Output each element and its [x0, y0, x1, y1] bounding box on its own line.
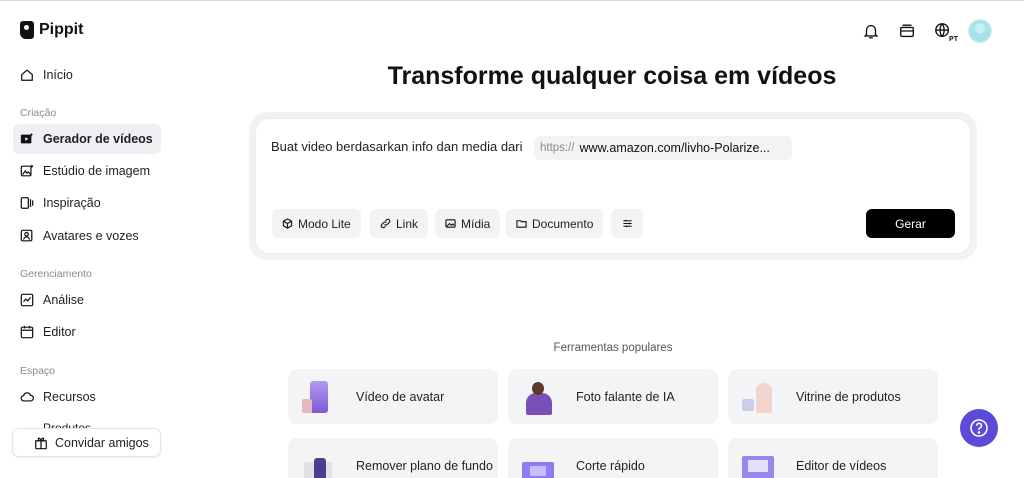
generate-button[interactable]: Gerar	[866, 209, 955, 238]
prompt-text[interactable]: Buat video berdasarkan info dan media da…	[271, 139, 523, 154]
link-icon	[380, 218, 391, 229]
chip-label: Mídia	[461, 216, 491, 231]
section-label-espaco: Espaço	[20, 365, 56, 377]
modo-lite-button[interactable]: Modo Lite	[272, 209, 361, 238]
section-label-gerenciamento: Gerenciamento	[20, 268, 92, 280]
calendar-icon	[20, 325, 34, 339]
sliders-icon	[622, 219, 632, 228]
sidebar-item-estudio-de-imagem[interactable]: Estúdio de imagem	[13, 156, 161, 186]
chip-label: Link	[396, 216, 419, 231]
user-avatar[interactable]	[968, 19, 992, 43]
brand-logo[interactable]: Pippit	[20, 21, 83, 39]
help-button[interactable]	[960, 409, 998, 447]
media-button[interactable]: Mídia	[435, 209, 501, 238]
language-code: PT	[949, 36, 958, 43]
tool-label: Corte rápido	[576, 458, 645, 473]
image-icon	[445, 219, 456, 228]
bell-icon	[863, 24, 879, 39]
tool-label: Editor de vídeos	[796, 458, 887, 473]
sidebar-item-inspiracao[interactable]: Inspiração	[13, 188, 161, 218]
tool-label: Remover plano de fundo	[356, 458, 493, 473]
document-button[interactable]: Documento	[506, 209, 604, 238]
popular-tools-heading: Ferramentas populares	[553, 342, 673, 354]
tool-card-quick-cut[interactable]: Corte rápido	[508, 438, 718, 478]
chip-label: Modo Lite	[298, 216, 351, 231]
cube-icon	[282, 218, 293, 229]
sidebar-item-analise[interactable]: Análise	[13, 285, 161, 315]
topbar-actions: PT	[860, 19, 992, 43]
sidebar-item-gerador-de-videos[interactable]: Gerador de vídeos	[13, 124, 161, 154]
settings-button[interactable]	[611, 209, 643, 238]
chip-label: Documento	[532, 216, 594, 231]
tool-card-avatar-video[interactable]: Vídeo de avatar	[288, 369, 498, 424]
quick-cut-thumbnail	[520, 448, 556, 478]
analytics-icon	[20, 293, 34, 307]
sidebar-item-label: Inspiração	[43, 196, 101, 210]
question-mark-icon	[970, 419, 988, 437]
product-showcase-thumbnail	[740, 379, 776, 415]
sidebar-item-label: Recursos	[43, 390, 96, 404]
billing-button[interactable]	[896, 20, 918, 42]
video-generator-icon	[20, 132, 34, 146]
sidebar-item-label: Análise	[43, 293, 84, 307]
language-button[interactable]: PT	[932, 20, 958, 43]
tool-card-ai-talking-photo[interactable]: Foto falante de IA	[508, 369, 718, 424]
url-protocol: https://	[540, 142, 575, 154]
tool-card-remove-background[interactable]: Remover plano de fundo	[288, 438, 498, 478]
wallet-icon	[900, 24, 914, 38]
link-button[interactable]: Link	[370, 209, 429, 238]
notifications-button[interactable]	[860, 20, 882, 42]
url-input-chip[interactable]: https:// www.amazon.com/livho-Polarize..…	[534, 136, 792, 160]
folder-icon	[516, 220, 527, 228]
page-title: Transforme qualquer coisa em vídeos	[387, 62, 837, 90]
inspiration-icon	[20, 196, 34, 210]
invite-friends-label: Convidar amigos	[55, 435, 149, 450]
invite-friends-button[interactable]: Convidar amigos	[12, 428, 161, 457]
remove-background-thumbnail	[300, 448, 336, 478]
tool-label: Vídeo de avatar	[356, 389, 445, 404]
sidebar-item-recursos[interactable]: Recursos	[13, 382, 161, 412]
cloud-icon	[20, 390, 34, 404]
sidebar-item-label: Editor	[43, 325, 76, 339]
tool-card-video-editor[interactable]: Editor de vídeos	[728, 438, 938, 478]
avatar-voice-icon	[20, 229, 34, 243]
brand-name: Pippit	[39, 21, 84, 38]
sidebar-item-label: Estúdio de imagem	[43, 164, 151, 178]
tool-label: Vitrine de produtos	[796, 389, 901, 404]
tool-label: Foto falante de IA	[576, 389, 675, 404]
sidebar-item-avatares-e-vozes[interactable]: Avatares e vozes	[13, 221, 161, 251]
image-studio-icon	[20, 164, 34, 178]
pippit-logo-icon	[20, 21, 34, 39]
gift-icon	[34, 436, 48, 450]
avatar-video-thumbnail	[300, 379, 336, 415]
sidebar-item-label: Avatares e vozes	[43, 229, 139, 243]
tool-card-product-showcase[interactable]: Vitrine de produtos	[728, 369, 938, 424]
sidebar-item-label: Gerador de vídeos	[43, 132, 153, 146]
talking-photo-thumbnail	[520, 379, 556, 415]
video-editor-thumbnail	[740, 448, 776, 478]
url-value: www.amazon.com/livho-Polarize...	[579, 141, 770, 155]
section-label-criacao: Criação	[20, 107, 57, 119]
